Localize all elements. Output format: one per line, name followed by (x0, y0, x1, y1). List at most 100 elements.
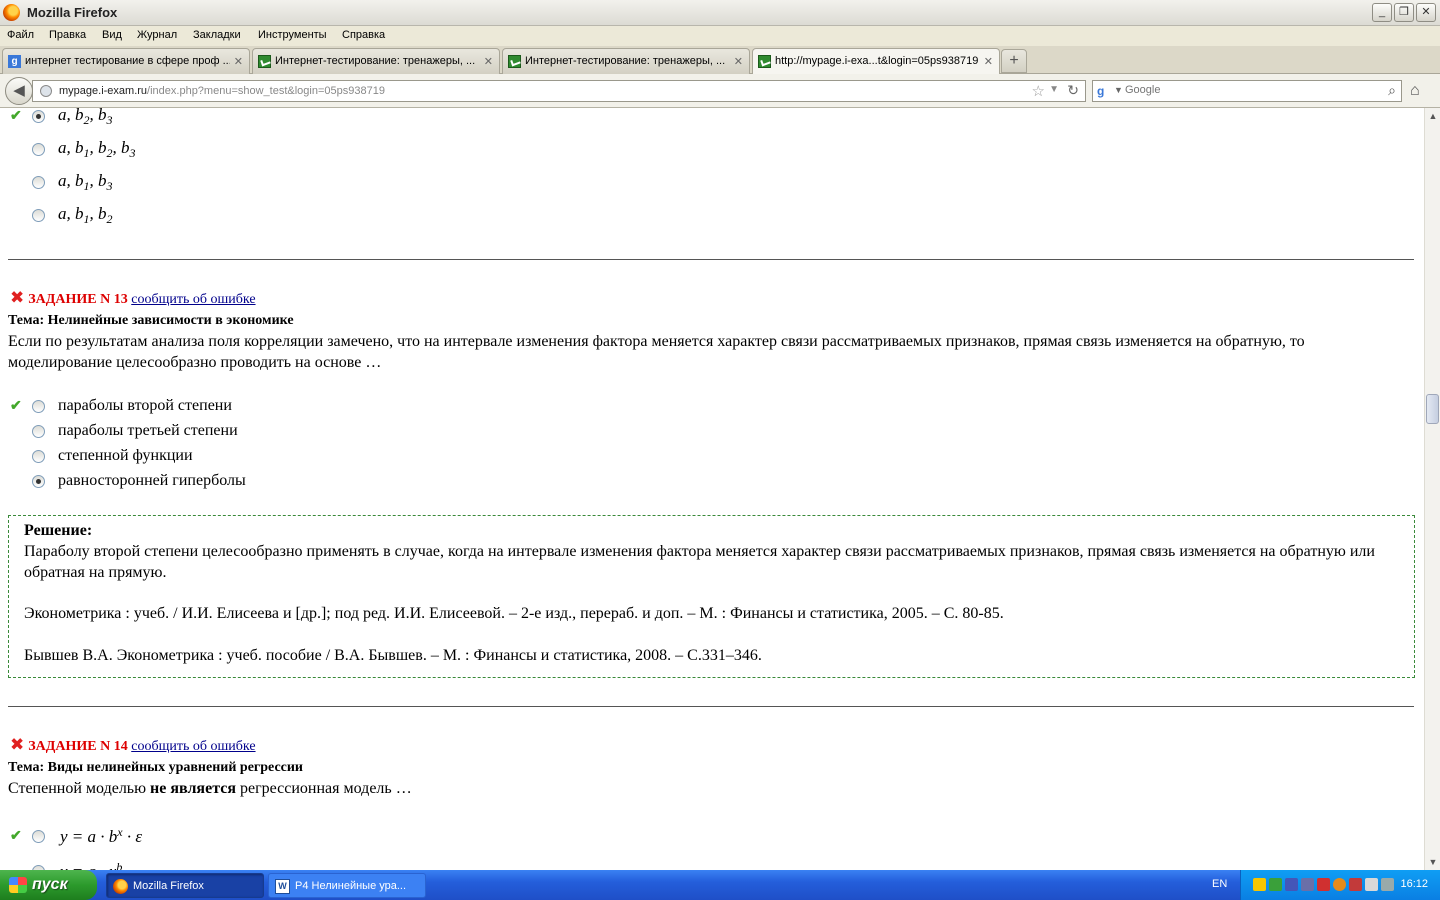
close-button[interactable]: ✕ (1416, 3, 1436, 22)
minimize-button[interactable]: _ (1372, 3, 1392, 22)
task13-topic: Тема: Нелинейные зависимости в экономике (8, 313, 294, 328)
maximize-button[interactable]: ❐ (1394, 3, 1414, 22)
tray-app-icon[interactable] (1317, 878, 1330, 891)
menu-view[interactable]: Вид (102, 29, 122, 41)
wrong-answer-icon: ✖ (10, 288, 25, 308)
scroll-thumb[interactable] (1426, 394, 1439, 424)
radio-button[interactable] (32, 474, 45, 488)
reload-icon[interactable]: ↻ (1067, 82, 1079, 99)
option-formula: a, b1, b3 (58, 170, 113, 193)
navigation-bar: mypage.i-exam.ru/index.php?menu=show_tes… (0, 74, 1440, 108)
firefox-icon (113, 879, 128, 894)
solution-reference-2: Бывшев В.А. Эконометрика : учеб. пособие… (24, 647, 762, 664)
url-text[interactable]: mypage.i-exam.ru/index.php?menu=show_tes… (59, 85, 385, 97)
divider (8, 706, 1414, 707)
scroll-up-icon[interactable]: ▲ (1427, 111, 1439, 121)
taskbar-item-word[interactable]: W P4 Нелинейные ура... (268, 873, 426, 898)
new-tab-button[interactable]: + (1001, 49, 1027, 73)
option-label: параболы второй степени (58, 397, 232, 414)
task12-option-1[interactable]: a, b2, b3 (32, 108, 113, 127)
radio-button[interactable] (32, 142, 45, 156)
task13-option-1[interactable]: параболы второй степени (32, 395, 232, 417)
page-content: ✔ a, b2, b3 a, b1, b2, b3 a, b1, b3 a, b… (0, 108, 1424, 870)
report-error-link[interactable]: сообщить об ошибке (131, 739, 255, 754)
globe-icon (40, 85, 52, 97)
menu-tools[interactable]: Инструменты (258, 29, 327, 41)
tray-app-icon[interactable] (1333, 878, 1346, 891)
task-number: ЗАДАНИЕ N 13 (28, 292, 128, 307)
tab-close-icon[interactable]: ✕ (984, 55, 993, 68)
search-icon[interactable]: ⌕ (1388, 82, 1396, 99)
wrong-answer-icon: ✖ (10, 735, 25, 755)
radio-button[interactable] (32, 109, 45, 123)
radio-button[interactable] (32, 829, 45, 843)
clock: 16:12 (1400, 878, 1428, 890)
radio-button[interactable] (32, 175, 45, 189)
tab-2[interactable]: Интернет-тестирование: тренажеры, ... ✕ (252, 48, 500, 74)
task13-option-4[interactable]: равносторонней гиперболы (32, 470, 246, 492)
engine-dropdown-icon[interactable]: ▼ (1114, 85, 1123, 95)
tray-app-icon[interactable] (1285, 878, 1298, 891)
task13-option-3[interactable]: степенной функции (32, 445, 193, 467)
tray-app-icon[interactable] (1253, 878, 1266, 891)
task14-topic: Тема: Виды нелинейных уравнений регресси… (8, 760, 303, 775)
tray-app-icon[interactable] (1381, 878, 1394, 891)
back-button[interactable]: ◀ (5, 77, 33, 105)
option-formula: a, b1, b2, b3 (58, 137, 136, 160)
tab-label: интернет тестирование в сфере проф ... (25, 55, 230, 67)
language-indicator[interactable]: EN (1212, 878, 1227, 890)
task13-option-2[interactable]: параболы третьей степени (32, 420, 238, 442)
tab-4-active[interactable]: http://mypage.i-exa...t&login=05ps938719… (752, 48, 1000, 75)
tab-label: Интернет-тестирование: тренажеры, ... (275, 55, 476, 67)
tab-1[interactable]: g интернет тестирование в сфере проф ...… (2, 48, 250, 74)
search-bar[interactable]: g ▼ ⌕ (1092, 80, 1402, 102)
correct-check-icon: ✔ (10, 109, 22, 124)
task12-option-2[interactable]: a, b1, b2, b3 (32, 138, 136, 160)
tray-app-icon[interactable] (1269, 878, 1282, 891)
history-dropdown-icon[interactable]: ▼ (1049, 84, 1059, 95)
correct-check-icon: ✔ (10, 829, 22, 844)
search-input[interactable] (1125, 84, 1365, 96)
menu-help[interactable]: Справка (342, 29, 385, 41)
radio-button[interactable] (32, 424, 45, 438)
task14-question: Степенной моделью не является регрессион… (8, 780, 412, 797)
option-formula: a, b1, b2 (58, 203, 113, 226)
menu-history[interactable]: Журнал (137, 29, 177, 41)
taskbar-item-firefox[interactable]: Mozilla Firefox (106, 873, 264, 898)
task13-header: ✖ ЗАДАНИЕ N 13 сообщить об ошибке (10, 288, 256, 308)
task12-option-3[interactable]: a, b1, b3 (32, 171, 113, 193)
tray-app-icon[interactable] (1301, 878, 1314, 891)
url-bar[interactable]: mypage.i-exam.ru/index.php?menu=show_tes… (32, 80, 1086, 102)
option-label: параболы третьей степени (58, 422, 238, 439)
task14-option-2[interactable]: y = a · xb (32, 860, 122, 870)
menu-bookmarks[interactable]: Закладки (193, 29, 241, 41)
solution-box: Решение: Параболу второй степени целесоо… (8, 515, 1415, 678)
report-error-link[interactable]: сообщить об ошибке (131, 292, 255, 307)
tab-label: http://mypage.i-exa...t&login=05ps938719 (775, 55, 979, 67)
start-button[interactable]: пуск (0, 870, 97, 900)
site-icon (508, 55, 521, 68)
radio-button[interactable] (32, 449, 45, 463)
option-formula: a, b2, b3 (58, 108, 113, 127)
radio-button[interactable] (32, 208, 45, 222)
volume-icon[interactable] (1349, 878, 1362, 891)
menu-file[interactable]: Файл (7, 29, 34, 41)
vertical-scrollbar[interactable]: ▲ ▼ (1424, 108, 1440, 870)
menu-edit[interactable]: Правка (49, 29, 86, 41)
radio-button[interactable] (32, 399, 45, 413)
tray-app-icon[interactable] (1365, 878, 1378, 891)
option-formula: y = a · bx · ε (60, 825, 143, 846)
tab-3[interactable]: Интернет-тестирование: тренажеры, ... ✕ (502, 48, 750, 74)
solution-text: Параболу второй степени целесообразно пр… (24, 543, 1375, 581)
scroll-down-icon[interactable]: ▼ (1427, 857, 1439, 867)
home-icon[interactable]: ⌂ (1410, 82, 1420, 100)
window-title: Mozilla Firefox (27, 5, 118, 20)
tab-close-icon[interactable]: ✕ (734, 55, 743, 68)
bookmark-star-icon[interactable]: ☆ (1032, 82, 1045, 100)
tab-close-icon[interactable]: ✕ (234, 55, 243, 68)
task14-option-1[interactable]: y = a · bx · ε (32, 825, 142, 847)
tab-close-icon[interactable]: ✕ (484, 55, 493, 68)
correct-check-icon: ✔ (10, 399, 22, 414)
google-engine-icon[interactable]: g (1097, 84, 1112, 99)
task12-option-4[interactable]: a, b1, b2 (32, 204, 113, 226)
